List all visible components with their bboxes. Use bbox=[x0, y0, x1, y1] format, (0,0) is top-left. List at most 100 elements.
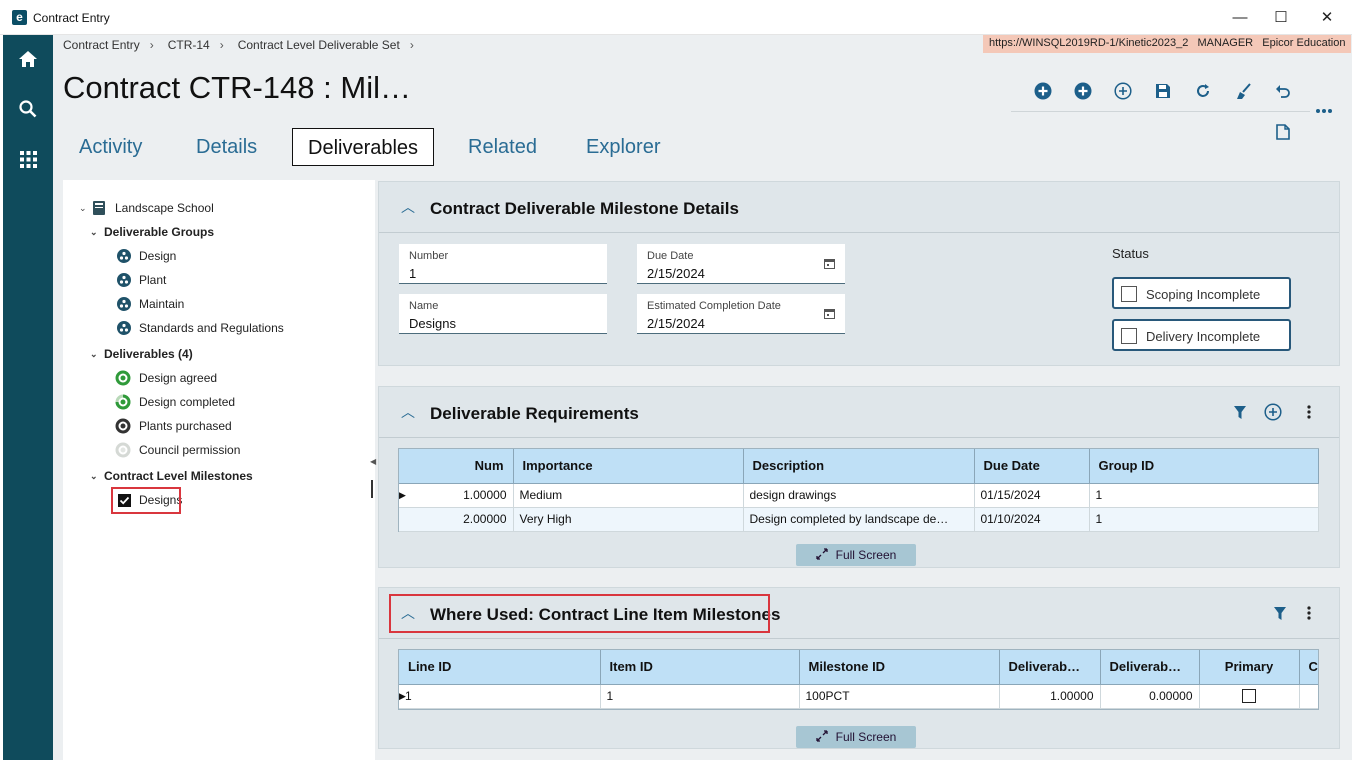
chevron-down-icon[interactable]: ⌄ bbox=[79, 203, 89, 214]
tree-item-deliverable[interactable]: Design completed bbox=[115, 392, 235, 412]
more-icon[interactable] bbox=[1313, 100, 1335, 122]
search-icon[interactable] bbox=[3, 94, 53, 124]
breadcrumb-item[interactable]: Contract Entry bbox=[63, 38, 140, 52]
table-cell[interactable]: 1 bbox=[399, 684, 601, 709]
column-header[interactable]: Importance bbox=[513, 449, 744, 484]
apps-grid-icon[interactable] bbox=[3, 144, 53, 174]
tree-item-deliverable[interactable]: Design agreed bbox=[115, 368, 217, 388]
tab-activity[interactable]: Activity bbox=[79, 128, 142, 166]
tree-deliverables[interactable]: ⌄ Deliverables (4) bbox=[90, 344, 193, 364]
column-header[interactable]: Group ID bbox=[1089, 449, 1319, 484]
card-header[interactable]: ︿ Contract Deliverable Milestone Details bbox=[379, 182, 1339, 232]
tree-section-label: Deliverable Groups bbox=[104, 225, 215, 239]
column-header[interactable]: Item ID bbox=[600, 650, 800, 685]
column-header[interactable]: Num bbox=[399, 449, 514, 484]
due-date-field[interactable]: Due Date 2/15/2024 bbox=[637, 244, 845, 284]
clear-icon[interactable] bbox=[1232, 80, 1254, 102]
tree-item-deliverable[interactable]: Plants purchased bbox=[115, 416, 232, 436]
table-cell[interactable]: 100PCT bbox=[799, 684, 1000, 709]
chevron-down-icon[interactable]: ⌄ bbox=[90, 471, 100, 482]
nav-rail bbox=[3, 35, 53, 760]
delivery-incomplete-checkbox[interactable]: Delivery Incomplete bbox=[1112, 319, 1291, 351]
table-cell[interactable]: design drawings bbox=[743, 483, 975, 508]
column-header[interactable]: Line ID bbox=[399, 650, 601, 685]
filter-icon[interactable] bbox=[1230, 402, 1250, 422]
table-cell[interactable]: 1.00000 bbox=[399, 483, 514, 508]
number-field[interactable]: Number 1 bbox=[399, 244, 607, 284]
divider bbox=[379, 437, 1339, 438]
primary-checkbox[interactable] bbox=[1199, 684, 1300, 709]
column-header[interactable]: Description bbox=[743, 449, 975, 484]
column-header[interactable]: Deliverab… bbox=[999, 650, 1101, 685]
scoping-incomplete-checkbox[interactable]: Scoping Incomplete bbox=[1112, 277, 1291, 309]
column-header[interactable]: Deliverab… bbox=[1100, 650, 1200, 685]
tree-item-group[interactable]: Design bbox=[117, 246, 176, 266]
maximize-button[interactable]: ☐ bbox=[1267, 6, 1295, 30]
tree-item-deliverable[interactable]: Council permission bbox=[115, 440, 240, 460]
table-cell[interactable]: 01/10/2024 bbox=[974, 507, 1090, 532]
minimize-button[interactable]: — bbox=[1226, 6, 1254, 30]
add-icon[interactable] bbox=[1072, 80, 1094, 102]
table-cell[interactable]: 1.00000 bbox=[999, 684, 1101, 709]
filter-icon[interactable] bbox=[1270, 603, 1290, 623]
home-icon[interactable] bbox=[3, 44, 53, 74]
table-cell[interactable]: Very High bbox=[513, 507, 744, 532]
current-row-marker-icon: ▶ bbox=[399, 691, 406, 701]
chevron-down-icon[interactable]: ⌄ bbox=[90, 349, 100, 360]
tree-item-group[interactable]: Plant bbox=[117, 270, 166, 290]
panel-splitter[interactable] bbox=[371, 480, 373, 498]
undo-icon[interactable] bbox=[1272, 80, 1294, 102]
table-row[interactable]: 2.00000 Very High Design completed by la… bbox=[399, 507, 1319, 532]
column-header[interactable]: Primary bbox=[1199, 650, 1300, 685]
tab-related[interactable]: Related bbox=[468, 128, 537, 166]
calendar-icon[interactable] bbox=[824, 258, 835, 269]
table-cell[interactable]: 0.00000 bbox=[1100, 684, 1200, 709]
tree-root[interactable]: ⌄ Landscape School bbox=[79, 198, 214, 218]
save-icon[interactable] bbox=[1152, 80, 1174, 102]
table-cell[interactable]: Medium bbox=[513, 483, 744, 508]
table-cell[interactable] bbox=[1299, 684, 1318, 709]
add-row-icon[interactable] bbox=[1263, 402, 1283, 422]
calendar-icon[interactable] bbox=[824, 308, 835, 319]
table-row[interactable]: 1 1 100PCT 1.00000 0.00000 bbox=[399, 684, 1318, 709]
where-used-fullscreen-button[interactable]: Full Screen bbox=[796, 726, 916, 748]
column-header[interactable]: Milestone ID bbox=[799, 650, 1000, 685]
tab-explorer[interactable]: Explorer bbox=[586, 128, 660, 166]
chevron-up-icon[interactable]: ︿ bbox=[401, 402, 415, 422]
collapse-left-icon[interactable]: ◀ bbox=[370, 457, 376, 466]
table-cell[interactable]: 1 bbox=[600, 684, 800, 709]
breadcrumb-item[interactable]: Contract Level Deliverable Set bbox=[238, 38, 400, 52]
tree-item-group[interactable]: Standards and Regulations bbox=[117, 318, 284, 338]
tree-item-label: Design completed bbox=[139, 395, 236, 409]
column-header[interactable]: Co bbox=[1299, 650, 1318, 685]
breadcrumb: Contract Entry › CTR-14 › Contract Level D… bbox=[63, 38, 428, 52]
table-cell[interactable]: 01/15/2024 bbox=[974, 483, 1090, 508]
checkbox-icon bbox=[1121, 286, 1137, 302]
tree-item-group[interactable]: Maintain bbox=[117, 294, 184, 314]
refresh-icon[interactable] bbox=[1192, 80, 1214, 102]
tree-contract-milestones[interactable]: ⌄ Contract Level Milestones bbox=[90, 466, 253, 486]
chevron-up-icon[interactable]: ︿ bbox=[401, 197, 415, 217]
document-icon[interactable] bbox=[1272, 121, 1294, 143]
chevron-down-icon[interactable]: ⌄ bbox=[90, 227, 100, 238]
estimated-completion-date-field[interactable]: Estimated Completion Date 2/15/2024 bbox=[637, 294, 845, 334]
expand-icon bbox=[815, 729, 828, 745]
table-cell[interactable]: Design completed by landscape de… bbox=[743, 507, 975, 532]
table-cell[interactable]: 1 bbox=[1089, 483, 1319, 508]
breadcrumb-item[interactable]: CTR-14 bbox=[168, 38, 210, 52]
card-header[interactable]: ︿ Deliverable Requirements bbox=[379, 387, 1339, 437]
table-cell[interactable]: 1 bbox=[1089, 507, 1319, 532]
more-vertical-icon[interactable] bbox=[1299, 402, 1319, 422]
tab-details[interactable]: Details bbox=[196, 128, 257, 166]
requirements-fullscreen-button[interactable]: Full Screen bbox=[796, 544, 916, 566]
tab-deliverables[interactable]: Deliverables bbox=[292, 128, 435, 166]
column-header[interactable]: Due Date bbox=[974, 449, 1090, 484]
table-cell[interactable]: 2.00000 bbox=[399, 507, 514, 532]
more-vertical-icon[interactable] bbox=[1299, 603, 1319, 623]
table-row[interactable]: 1.00000 Medium design drawings 01/15/202… bbox=[399, 483, 1319, 508]
add-outline-icon[interactable] bbox=[1112, 80, 1134, 102]
close-button[interactable]: ✕ bbox=[1313, 6, 1341, 30]
name-field[interactable]: Name Designs bbox=[399, 294, 607, 334]
tree-deliverable-groups[interactable]: ⌄ Deliverable Groups bbox=[90, 222, 214, 242]
add-new-icon[interactable] bbox=[1032, 80, 1054, 102]
